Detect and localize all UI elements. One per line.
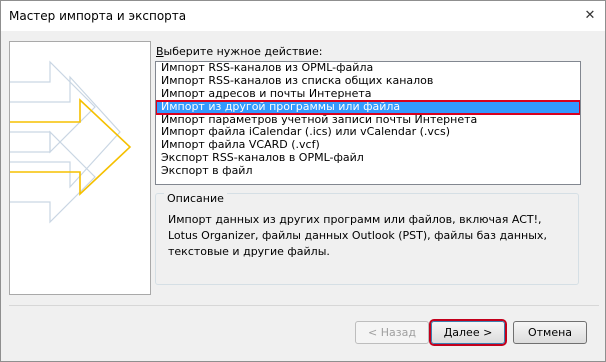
- action-list-item[interactable]: Импорт RSS-каналов из OPML-файла: [156, 62, 580, 75]
- action-prompt-label: Выберите нужное действие:: [156, 45, 323, 58]
- back-button[interactable]: < Назад: [355, 321, 429, 344]
- description-legend: Описание: [164, 192, 227, 205]
- description-group: Описание Импорт данных из других програм…: [155, 192, 579, 285]
- title-bar: Мастер импорта и экспорта ✕: [1, 1, 605, 31]
- action-list-item[interactable]: Импорт адресов и почты Интернета: [156, 87, 580, 101]
- window-title: Мастер импорта и экспорта: [9, 9, 187, 23]
- footer-divider: [9, 305, 599, 306]
- action-listbox[interactable]: Импорт RSS-каналов из OPML-файла Импорт R…: [155, 61, 581, 185]
- action-list-item[interactable]: Импорт RSS-каналов из списка общих канал…: [156, 74, 580, 88]
- wizard-arrows-illustration: [10, 60, 132, 224]
- next-button[interactable]: Далее >: [431, 321, 505, 344]
- action-list-item[interactable]: Экспорт в файл: [156, 164, 580, 178]
- close-icon[interactable]: ✕: [583, 9, 597, 23]
- cancel-button[interactable]: Отмена: [513, 321, 587, 344]
- wizard-illustration: [9, 41, 151, 295]
- import-export-wizard-window: Мастер импорта и экспорта ✕ Выберите нуж…: [0, 0, 606, 362]
- description-text: Импорт данных из других программ или фай…: [168, 213, 547, 258]
- action-list-item[interactable]: Импорт из другой программы или файла: [156, 99, 580, 115]
